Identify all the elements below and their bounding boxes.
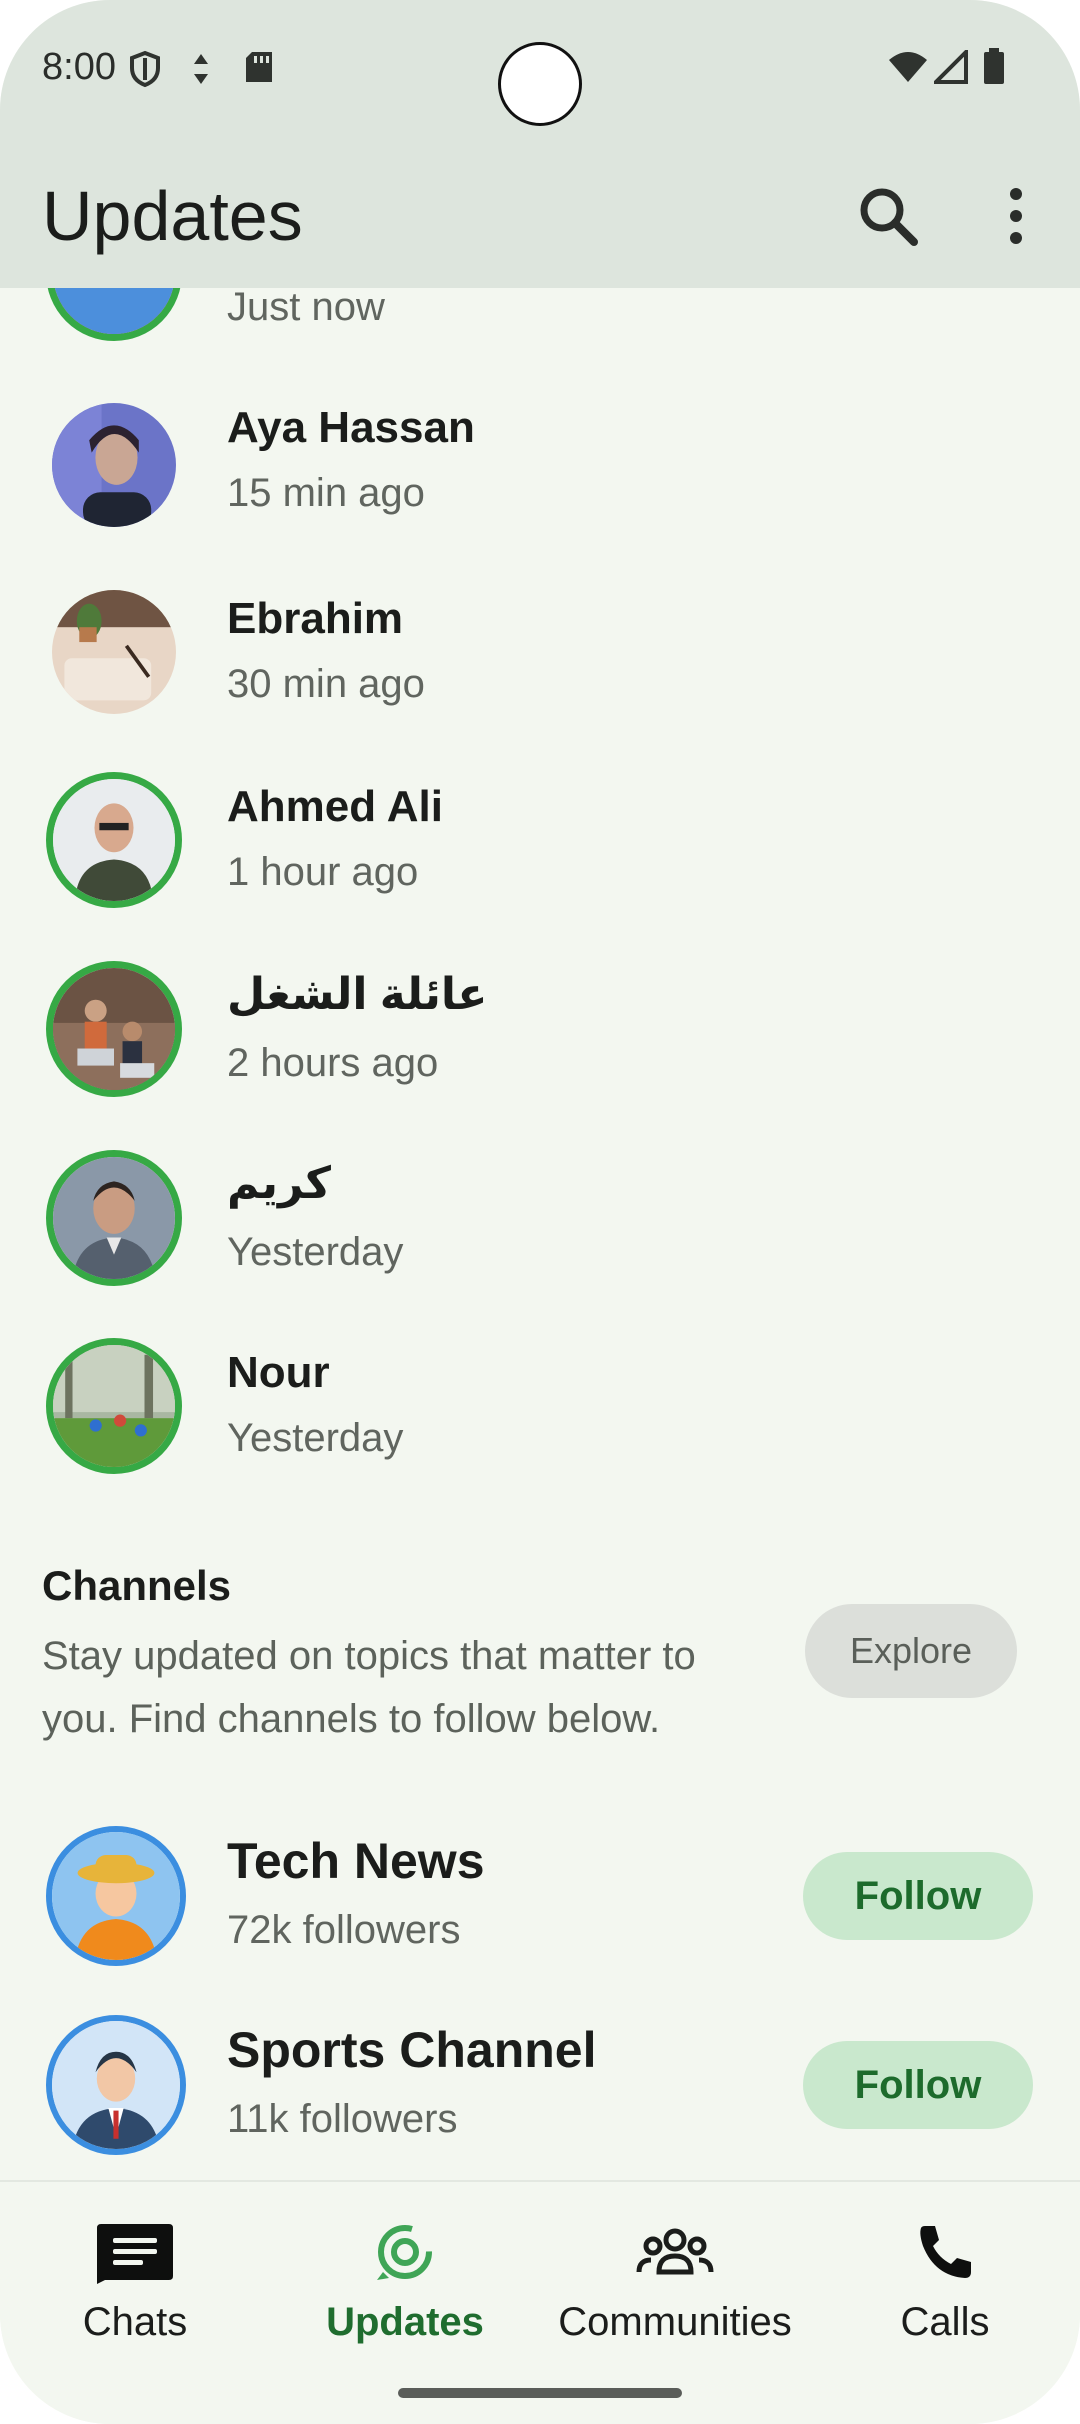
nav-label: Communities — [558, 2300, 792, 2344]
nav-label: Updates — [326, 2300, 484, 2344]
update-time: Just now — [227, 285, 385, 329]
sd-card-icon — [246, 52, 272, 82]
phone-icon — [920, 2226, 971, 2278]
list-item[interactable]: كريم Yesterday — [0, 1150, 1080, 1320]
nav-label: Calls — [900, 2300, 990, 2344]
home-indicator[interactable] — [398, 2388, 682, 2398]
front-camera — [498, 42, 582, 126]
update-time: 30 min ago — [227, 662, 425, 706]
follow-button[interactable]: Follow — [803, 1852, 1033, 1940]
contact-name: عائلة الشغل — [227, 970, 488, 1019]
phone-screen: Just now Aya Hassan 15 min ago Ebrahim 3… — [0, 0, 1080, 2424]
channel-item[interactable]: Sports Channel 11k followers Follow — [0, 2015, 1080, 2185]
nav-label: Chats — [82, 2300, 188, 2344]
search-button[interactable] — [848, 178, 928, 258]
nav-updates[interactable]: Updates — [270, 2208, 540, 2358]
list-item[interactable]: Ahmed Ali 1 hour ago — [0, 772, 1080, 942]
nav-chats[interactable]: Chats — [0, 2208, 270, 2358]
app-bar: 8:00 Updates — [0, 0, 1080, 288]
status-bar: 8:00 — [0, 0, 1080, 140]
battery-icon — [984, 48, 1004, 84]
channels-heading: Channels — [42, 1562, 232, 1609]
contact-name: Ebrahim — [227, 594, 404, 643]
channel-followers: 72k followers — [227, 1908, 461, 1952]
channels-description: Stay updated on topics that matter to yo… — [42, 1634, 696, 1741]
channel-avatar — [46, 1826, 186, 1966]
list-item[interactable]: Ebrahim 30 min ago — [0, 584, 1080, 754]
shield-icon — [130, 50, 160, 88]
channel-item[interactable]: Tech News 72k followers Follow — [0, 1826, 1080, 1996]
update-time: 15 min ago — [227, 471, 425, 515]
page-title: Updates — [42, 177, 303, 255]
channel-name: Sports Channel — [227, 2022, 597, 2078]
channel-followers: 11k followers — [227, 2097, 458, 2141]
avatar — [46, 772, 182, 908]
nav-communities[interactable]: Communities — [540, 2208, 810, 2358]
data-saver-icon — [194, 54, 208, 84]
chat-icon — [97, 2224, 173, 2284]
avatar — [46, 1150, 182, 1286]
search-icon — [860, 188, 918, 246]
contact-name: Ahmed Ali — [227, 782, 443, 831]
more-options-button[interactable] — [978, 178, 1058, 258]
communities-icon — [636, 2228, 714, 2275]
more-vert-icon — [1010, 188, 1022, 244]
channel-name: Tech News — [227, 1833, 485, 1889]
avatar — [52, 403, 176, 527]
nav-calls[interactable]: Calls — [810, 2208, 1080, 2358]
list-item[interactable]: عائلة الشغل 2 hours ago — [0, 961, 1080, 1131]
avatar — [52, 590, 176, 714]
update-time: Yesterday — [227, 1230, 404, 1274]
follow-button[interactable]: Follow — [803, 2041, 1033, 2129]
update-time: 1 hour ago — [227, 850, 419, 894]
signal-icon — [934, 50, 968, 84]
channel-avatar — [46, 2015, 186, 2155]
status-icon — [377, 2225, 432, 2280]
wifi-icon — [889, 52, 927, 82]
contact-name: Aya Hassan — [227, 403, 475, 452]
contact-name: كريم — [227, 1159, 331, 1208]
list-item[interactable]: Nour Yesterday — [0, 1338, 1080, 1508]
explore-button[interactable]: Explore — [805, 1604, 1017, 1698]
status-time: 8:00 — [42, 46, 116, 88]
list-item[interactable]: Aya Hassan 15 min ago — [0, 395, 1080, 565]
update-time: 2 hours ago — [227, 1041, 439, 1085]
update-time: Yesterday — [227, 1416, 404, 1460]
avatar — [46, 961, 182, 1097]
contact-name: Nour — [227, 1348, 330, 1397]
avatar — [46, 1338, 182, 1474]
